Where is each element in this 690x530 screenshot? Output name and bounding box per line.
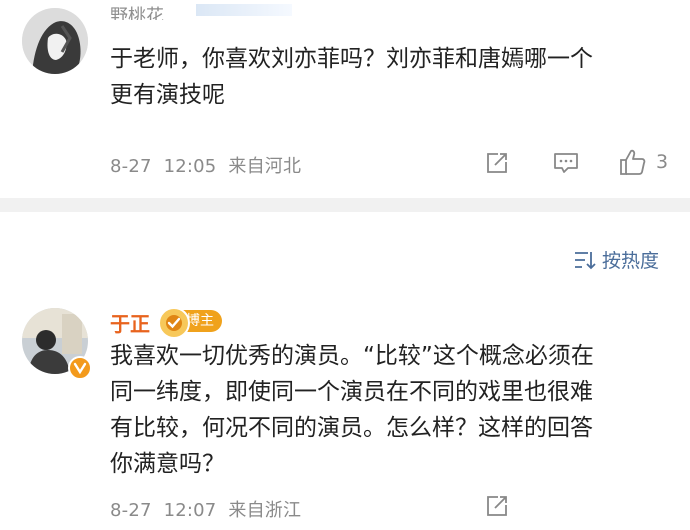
reply-text-line-2: 同一纬度，即使同一个演员在不同的戏里也很难	[110, 379, 593, 405]
username[interactable]: 野桃花	[110, 2, 164, 20]
thumbs-up-icon	[620, 149, 646, 175]
sort-icon	[575, 252, 596, 270]
reply-text-line-1: 我喜欢一切优秀的演员。“比较”这个概念必须在	[110, 343, 594, 369]
comment-date: 8-27	[110, 156, 152, 177]
reply-location: 来自浙江	[228, 500, 302, 521]
sort-toggle[interactable]: 按热度	[574, 246, 674, 272]
comment-icon[interactable]	[553, 151, 579, 175]
comment-item: 野桃花 于老师，你喜欢刘亦菲吗？刘亦菲和唐嫣哪一个 更有演技呢 8-27 12:…	[0, 0, 690, 196]
comment-location: 来自河北	[228, 156, 302, 177]
section-divider	[0, 198, 690, 212]
comment-meta: 8-27 12:05 来自河北	[110, 152, 301, 178]
like-count: 3	[656, 151, 669, 173]
like-button[interactable]: 3	[618, 148, 674, 178]
badge-emblem-icon	[158, 307, 190, 339]
reply-item: 于正 博主 我喜欢一切优秀的演员。“比较”这个概念必须在 同一纬度，即使同一个演…	[0, 300, 690, 530]
share-icon[interactable]	[485, 151, 509, 175]
avatar-image	[22, 8, 88, 74]
reply-text-line-4: 你满意吗？	[110, 451, 225, 477]
reply-date: 8-27	[110, 500, 152, 521]
reply-meta: 8-27 12:07 来自浙江	[110, 496, 301, 522]
comment-text-line-2: 更有演技呢	[110, 82, 225, 108]
sort-label: 按热度	[602, 250, 660, 272]
username-redaction-bar	[196, 4, 292, 16]
verified-badge-icon	[68, 356, 92, 380]
share-icon[interactable]	[485, 494, 509, 518]
comment-text-line-1: 于老师，你喜欢刘亦菲吗？刘亦菲和唐嫣哪一个	[110, 46, 593, 72]
badge-label: 博主	[186, 313, 214, 329]
reply-time: 12:07	[163, 500, 217, 521]
author-name[interactable]: 于正	[110, 308, 150, 337]
reply-text-line-3: 有比较，何况不同的演员。怎么样？这样的回答	[110, 415, 593, 441]
user-avatar[interactable]	[22, 8, 88, 74]
comment-time: 12:05	[163, 156, 217, 177]
